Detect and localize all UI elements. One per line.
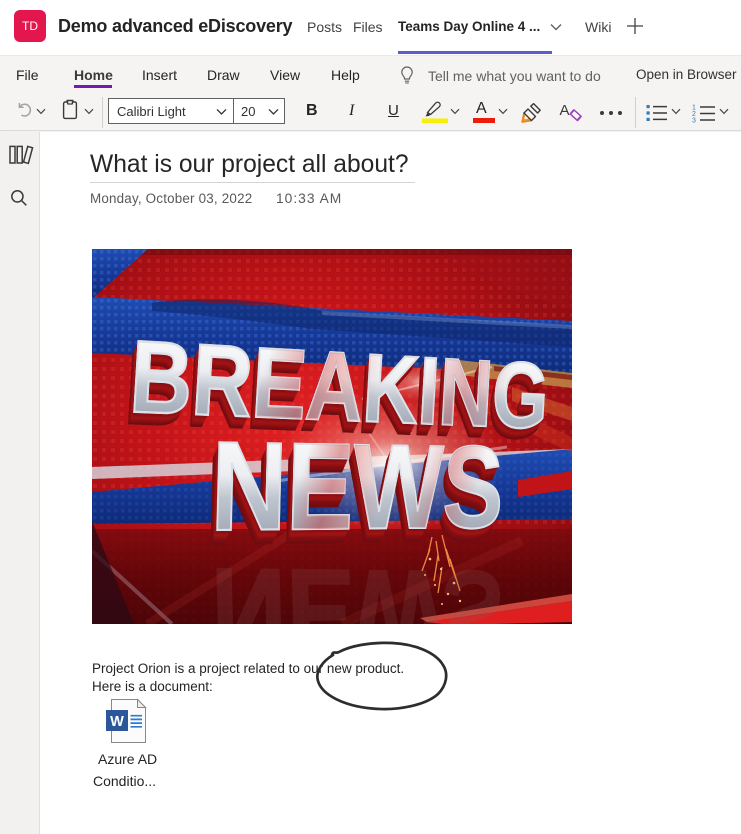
svg-text:3: 3: [692, 118, 696, 124]
svg-text:W: W: [110, 714, 124, 730]
svg-text:A: A: [560, 102, 570, 119]
